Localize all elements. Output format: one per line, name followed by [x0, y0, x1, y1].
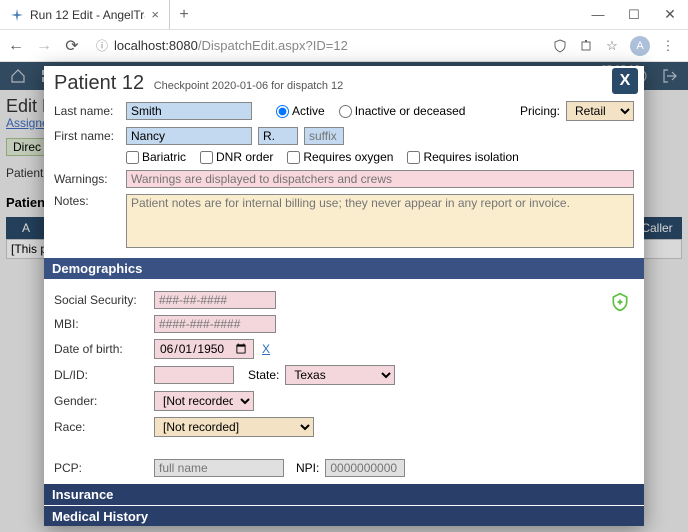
race-select[interactable]: [Not recorded] — [154, 417, 314, 437]
state-select[interactable]: Texas — [285, 365, 395, 385]
pricing-select[interactable]: Retail — [566, 101, 634, 121]
last-name-label: Last name: — [54, 104, 120, 118]
state-label: State: — [248, 368, 279, 382]
medical-badge-icon — [610, 292, 630, 312]
notes-label: Notes: — [54, 194, 120, 208]
dob-input[interactable] — [154, 339, 254, 359]
tab-title: Run 12 Edit - AngelTrack — [30, 8, 145, 22]
dnr-label: DNR order — [216, 150, 273, 164]
gender-label: Gender: — [54, 394, 148, 408]
extension-icon[interactable] — [578, 38, 594, 54]
browser-address-bar: ← → ⟳ ⓘ localhost:8080/DispatchEdit.aspx… — [0, 30, 688, 62]
reload-button[interactable]: ⟳ — [62, 36, 82, 56]
new-tab-button[interactable]: + — [170, 0, 198, 29]
section-demographics[interactable]: Demographics — [44, 258, 644, 279]
window-maximize-button[interactable]: ☐ — [616, 0, 652, 29]
warnings-input[interactable] — [126, 170, 634, 188]
npi-label: NPI: — [296, 461, 319, 475]
first-name-input[interactable] — [126, 127, 252, 145]
suffix-input[interactable] — [304, 127, 344, 145]
dlid-input[interactable] — [154, 366, 234, 384]
ssn-input[interactable] — [154, 291, 276, 309]
ssn-label: Social Security: — [54, 293, 148, 307]
oxygen-checkbox[interactable] — [287, 151, 300, 164]
bariatric-label: Bariatric — [142, 150, 186, 164]
window-close-button[interactable]: ✕ — [652, 0, 688, 29]
pcp-label: PCP: — [54, 461, 148, 475]
bariatric-checkbox[interactable] — [126, 151, 139, 164]
npi-input[interactable] — [325, 459, 405, 477]
patient-modal: X Patient 12 Checkpoint 2020-01-06 for d… — [44, 66, 644, 526]
warnings-label: Warnings: — [54, 172, 120, 186]
modal-close-button[interactable]: X — [612, 68, 638, 94]
dlid-label: DL/ID: — [54, 368, 148, 382]
gender-select[interactable]: [Not recorded] — [154, 391, 254, 411]
browser-titlebar: Run 12 Edit - AngelTrack × + — ☐ ✕ — [0, 0, 688, 30]
bookmark-icon[interactable]: ☆ — [604, 38, 620, 54]
status-active-radio[interactable] — [276, 105, 289, 118]
dob-clear-link[interactable]: X — [262, 342, 270, 356]
pricing-label: Pricing: — [520, 104, 560, 118]
isolation-label: Requires isolation — [423, 150, 518, 164]
pcp-input[interactable] — [154, 459, 284, 477]
url-field[interactable]: ⓘ localhost:8080/DispatchEdit.aspx?ID=12 — [90, 37, 544, 54]
section-insurance[interactable]: Insurance — [44, 484, 644, 505]
isolation-checkbox[interactable] — [407, 151, 420, 164]
modal-subtitle: Checkpoint 2020-01-06 for dispatch 12 — [154, 80, 344, 92]
oxygen-label: Requires oxygen — [303, 150, 393, 164]
browser-tab[interactable]: Run 12 Edit - AngelTrack × — [0, 0, 170, 29]
last-name-input[interactable] — [126, 102, 252, 120]
back-button[interactable]: ← — [6, 37, 26, 55]
forward-button[interactable]: → — [34, 37, 54, 55]
tab-favicon — [10, 8, 24, 22]
site-info-icon[interactable]: ⓘ — [96, 37, 108, 54]
tab-close-icon[interactable]: × — [151, 7, 159, 22]
mbi-label: MBI: — [54, 317, 148, 331]
shield-icon[interactable] — [552, 38, 568, 54]
profile-avatar[interactable]: A — [630, 36, 650, 56]
middle-initial-input[interactable] — [258, 127, 298, 145]
inactive-label: Inactive or deceased — [355, 104, 466, 118]
menu-icon[interactable]: ⋮ — [660, 38, 676, 54]
mbi-input[interactable] — [154, 315, 276, 333]
active-label: Active — [292, 104, 325, 118]
race-label: Race: — [54, 420, 148, 434]
modal-title: Patient 12 — [54, 72, 144, 94]
first-name-label: First name: — [54, 129, 120, 143]
window-minimize-button[interactable]: — — [580, 0, 616, 29]
dnr-checkbox[interactable] — [200, 151, 213, 164]
notes-textarea[interactable] — [126, 194, 634, 248]
section-medical-history[interactable]: Medical History — [44, 506, 644, 526]
dob-label: Date of birth: — [54, 342, 148, 356]
status-inactive-radio[interactable] — [339, 105, 352, 118]
